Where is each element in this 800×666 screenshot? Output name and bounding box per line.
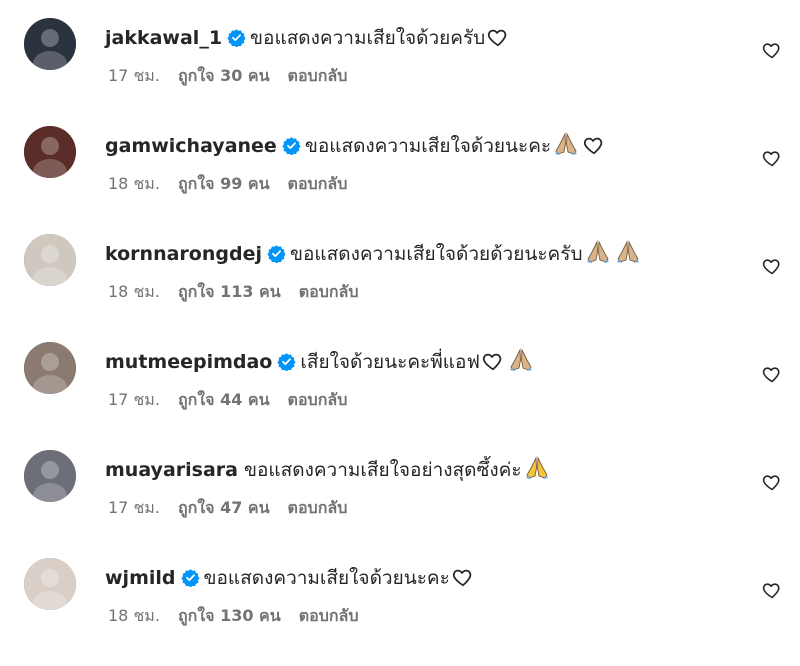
likes-count-button[interactable]: ถูกใจ 30 คน <box>178 66 270 85</box>
username-link[interactable]: muayarisara <box>105 459 238 481</box>
comment-meta: 18 ชม. ถูกใจ 130 คน ตอบกลับ <box>108 605 377 627</box>
like-button[interactable] <box>762 580 782 604</box>
comment-item: wjmild ขอแสดงความเสียใจด้วยนะคะ 18 ชม. ถูก… <box>0 558 800 666</box>
avatar[interactable] <box>24 234 76 286</box>
comment-item: muayarisara ขอแสดงความเสียใจอย่างสุดซึ้งค… <box>0 450 800 558</box>
comment-text: ขอแสดงความเสียใจด้วยด้วยนะครับ <box>289 243 583 265</box>
likes-count-button[interactable]: ถูกใจ 99 คน <box>178 174 270 193</box>
comment-line: jakkawal_1 ขอแสดงความเสียใจด้วยครับ <box>105 24 509 56</box>
heart-emoji-icon <box>482 350 504 380</box>
comment-text: ขอแสดงความเสียใจด้วยครับ <box>250 27 486 49</box>
pray-emoji-icon <box>553 132 579 164</box>
avatar[interactable] <box>24 450 76 502</box>
comment-meta: 17 ชม. ถูกใจ 44 คน ตอบกลับ <box>108 389 365 411</box>
timestamp[interactable]: 18 ชม. <box>108 174 160 193</box>
heart-outline-icon <box>762 583 782 604</box>
username-link[interactable]: kornnarongdej <box>105 243 262 265</box>
comment-line: wjmild ขอแสดงความเสียใจด้วยนะคะ <box>105 564 474 596</box>
comment-text: ขอแสดงความเสียใจด้วยนะคะ <box>203 567 450 589</box>
timestamp[interactable]: 18 ชม. <box>108 282 160 301</box>
heart-outline-icon <box>762 475 782 496</box>
pray-emoji-icon <box>615 240 641 272</box>
comment-meta: 17 ชม. ถูกใจ 30 คน ตอบกลับ <box>108 65 365 87</box>
timestamp[interactable]: 17 ชม. <box>108 498 160 517</box>
reply-button[interactable]: ตอบกลับ <box>299 282 359 301</box>
verified-badge-icon <box>277 351 296 379</box>
timestamp[interactable]: 18 ชม. <box>108 606 160 625</box>
reply-button[interactable]: ตอบกลับ <box>288 174 348 193</box>
heart-outline-icon <box>762 43 782 64</box>
comment-line: gamwichayanee ขอแสดงความเสียใจด้วยนะคะ <box>105 132 605 164</box>
verified-badge-icon <box>267 243 286 271</box>
comment-meta: 17 ชม. ถูกใจ 47 คน ตอบกลับ <box>108 497 365 519</box>
username-link[interactable]: gamwichayanee <box>105 135 277 157</box>
heart-emoji-icon <box>487 26 509 56</box>
comment-meta: 18 ชม. ถูกใจ 113 คน ตอบกลับ <box>108 281 377 303</box>
avatar[interactable] <box>24 342 76 394</box>
heart-emoji-icon <box>452 566 474 596</box>
heart-outline-icon <box>762 259 782 280</box>
timestamp[interactable]: 17 ชม. <box>108 66 160 85</box>
like-button[interactable] <box>762 364 782 388</box>
username-link[interactable]: wjmild <box>105 567 176 589</box>
comment-item: jakkawal_1 ขอแสดงความเสียใจด้วยครับ 17 ชม… <box>0 18 800 126</box>
reply-button[interactable]: ตอบกลับ <box>288 66 348 85</box>
like-button[interactable] <box>762 148 782 172</box>
verified-badge-icon <box>180 567 200 595</box>
avatar[interactable] <box>24 126 76 178</box>
avatar[interactable] <box>24 558 76 610</box>
pray-emoji-icon <box>508 348 534 380</box>
comment-line: muayarisara ขอแสดงความเสียใจอย่างสุดซึ้งค… <box>105 456 550 488</box>
pray-emoji-icon <box>585 240 611 272</box>
heart-emoji-icon <box>583 134 605 164</box>
timestamp[interactable]: 17 ชม. <box>108 390 160 409</box>
comment-meta: 18 ชม. ถูกใจ 99 คน ตอบกลับ <box>108 173 365 195</box>
likes-count-button[interactable]: ถูกใจ 47 คน <box>178 498 270 517</box>
avatar[interactable] <box>24 18 76 70</box>
comment-item: gamwichayanee ขอแสดงความเสียใจด้วยนะคะ 18… <box>0 126 800 234</box>
comment-item: kornnarongdej ขอแสดงความเสียใจด้วยด้วยนะค… <box>0 234 800 342</box>
reply-button[interactable]: ตอบกลับ <box>288 390 348 409</box>
comment-text: ขอแสดงความเสียใจด้วยนะคะ <box>304 135 552 157</box>
comment-line: kornnarongdej ขอแสดงความเสียใจด้วยด้วยนะค… <box>105 240 641 272</box>
likes-count-button[interactable]: ถูกใจ 44 คน <box>178 390 270 409</box>
pray-emoji-icon <box>524 456 550 488</box>
username-link[interactable]: mutmeepimdao <box>105 351 272 373</box>
like-button[interactable] <box>762 256 782 280</box>
like-button[interactable] <box>762 472 782 496</box>
likes-count-button[interactable]: ถูกใจ 113 คน <box>178 282 281 301</box>
comment-text: เสียใจด้วยนะคะพี่แอฟ <box>300 351 480 373</box>
likes-count-button[interactable]: ถูกใจ 130 คน <box>178 606 281 625</box>
comment-item: mutmeepimdao เสียใจด้วยนะคะพี่แอฟ 17 ชม. ถ… <box>0 342 800 450</box>
reply-button[interactable]: ตอบกลับ <box>299 606 359 625</box>
like-button[interactable] <box>762 40 782 64</box>
comment-text: ขอแสดงความเสียใจอย่างสุดซึ้งค่ะ <box>243 459 522 481</box>
heart-outline-icon <box>762 367 782 388</box>
verified-badge-icon <box>227 27 246 55</box>
verified-badge-icon <box>282 135 301 163</box>
reply-button[interactable]: ตอบกลับ <box>288 498 348 517</box>
comment-line: mutmeepimdao เสียใจด้วยนะคะพี่แอฟ <box>105 348 534 380</box>
username-link[interactable]: jakkawal_1 <box>105 27 222 49</box>
heart-outline-icon <box>762 151 782 172</box>
